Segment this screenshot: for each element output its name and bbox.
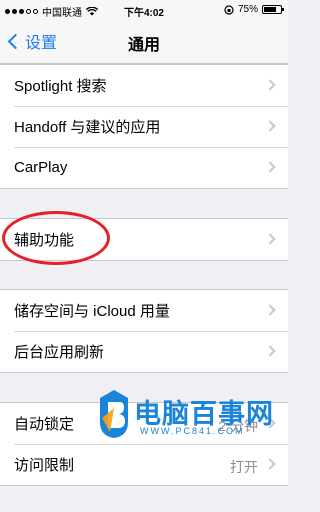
watermark-logo-icon [100,390,128,438]
chevron-right-icon [264,458,276,470]
settings-row-spotlight[interactable]: Spotlight 搜索 [0,65,288,106]
watermark: 电脑百事网 WWW.PC841.COM [94,388,288,458]
orientation-lock-icon [224,4,234,15]
settings-row-carplay[interactable]: CarPlay [0,147,288,188]
status-right: 75% [224,4,284,15]
row-label: Spotlight 搜索 [14,78,107,95]
chevron-right-icon [264,304,276,316]
row-label: 自动锁定 [14,416,75,433]
status-bar: 中国联通 下午4:02 75% [0,0,288,20]
settings-row-handoff[interactable]: Handoff 与建议的应用 [0,106,288,147]
battery-percent: 75% [237,4,258,15]
row-value: 打开 [230,459,258,475]
chevron-right-icon [264,120,276,132]
navigation-bar: 设置 通用 [0,20,288,64]
chevron-right-icon [264,79,276,91]
page-title: 通用 [127,37,160,54]
row-label: 后台应用刷新 [14,344,105,361]
row-label: CarPlay [14,159,68,176]
row-label: 储存空间与 iCloud 用量 [14,303,170,320]
settings-group-search: Spotlight 搜索 Handoff 与建议的应用 CarPlay [0,64,288,189]
highlight-annotation [2,211,110,265]
settings-group-storage: 储存空间与 iCloud 用量 后台应用刷新 [0,289,288,373]
row-label: 访问限制 [14,457,75,474]
chevron-right-icon [264,345,276,357]
watermark-url: WWW.PC841.COM [140,426,245,436]
battery-level [264,7,276,12]
battery-icon [262,5,284,14]
settings-row-storage-icloud[interactable]: 储存空间与 iCloud 用量 [0,290,288,331]
chevron-right-icon [264,233,276,245]
row-label: Handoff 与建议的应用 [14,119,161,136]
chevron-right-icon [264,161,276,173]
settings-row-background-refresh[interactable]: 后台应用刷新 [0,331,288,372]
